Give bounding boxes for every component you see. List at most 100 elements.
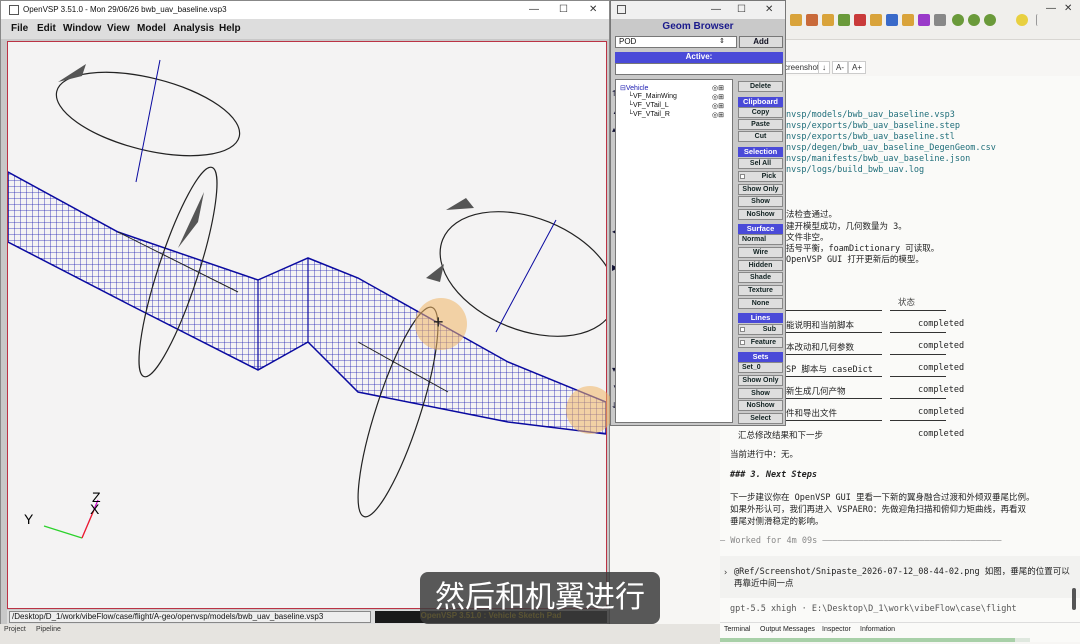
font-smaller-button[interactable]: A- xyxy=(832,61,848,74)
tool-icon[interactable] xyxy=(934,14,946,26)
menu-edit[interactable]: Edit xyxy=(37,23,56,34)
tab-terminal[interactable]: Terminal xyxy=(724,626,750,633)
task-name: 能说明和当前脚本 xyxy=(786,321,855,331)
tool-icon[interactable] xyxy=(806,14,818,26)
minimize-icon[interactable]: — xyxy=(1046,3,1056,14)
close-icon[interactable]: ✕ xyxy=(589,4,597,15)
tool-icon[interactable] xyxy=(838,14,850,26)
video-subtitle: 然后和机翼进行 xyxy=(420,572,660,624)
prompt-arrow-icon: › xyxy=(723,568,729,578)
close-icon[interactable]: ✕ xyxy=(765,4,773,15)
cut-button[interactable]: Cut xyxy=(738,131,783,142)
pick-checkbox[interactable] xyxy=(740,174,745,179)
show-only-button[interactable]: Show Only xyxy=(738,184,783,195)
show-button[interactable]: Show xyxy=(738,196,783,207)
separator xyxy=(1036,14,1040,26)
maximize-icon[interactable]: ☐ xyxy=(559,4,568,15)
openvsp-titlebar[interactable]: OpenVSP 3.51.0 - Mon 29/06/26 bwb_uav_ba… xyxy=(1,1,609,19)
add-button[interactable]: Add xyxy=(739,36,783,48)
divider xyxy=(786,354,882,355)
maximize-icon[interactable]: ☐ xyxy=(737,4,746,15)
set-select-button[interactable]: Select xyxy=(738,413,783,424)
tab-project[interactable]: Project xyxy=(4,626,26,633)
task-status: completed xyxy=(918,385,965,395)
tool-icon[interactable] xyxy=(886,14,898,26)
check-line: OpenVSP GUI 打开更新后的模型。 xyxy=(786,255,924,265)
visibility-icon[interactable]: ◎⊞ xyxy=(712,84,730,92)
tool-icon[interactable] xyxy=(790,14,802,26)
menu-help[interactable]: Help xyxy=(219,23,241,34)
divider xyxy=(890,354,946,355)
output-path: nvsp/exports/bwb_uav_baseline.step xyxy=(786,121,960,131)
set-show-only-button[interactable]: Show Only xyxy=(738,375,783,386)
tool-icon[interactable] xyxy=(918,14,930,26)
visibility-icon[interactable]: ◎⊞ xyxy=(712,111,730,119)
set-show-button[interactable]: Show xyxy=(738,388,783,399)
menu-window[interactable]: Window xyxy=(63,23,101,34)
tool-icon[interactable] xyxy=(854,14,866,26)
set-noshow-button[interactable]: NoShow xyxy=(738,400,783,411)
font-larger-button[interactable]: A+ xyxy=(848,61,867,74)
hidden-button[interactable]: Hidden xyxy=(738,260,783,271)
menu-analysis[interactable]: Analysis xyxy=(173,23,214,34)
tool-icon[interactable] xyxy=(870,14,882,26)
minimize-icon[interactable]: — xyxy=(529,4,539,15)
user-message-text: @Ref/Screenshot/Snipaste_2026-07-12_08-4… xyxy=(734,567,1070,589)
task-status: completed xyxy=(918,341,965,351)
none-button[interactable]: None xyxy=(738,298,783,309)
tree-item-mainwing[interactable]: └VF_MainWing xyxy=(628,93,677,102)
visibility-icon[interactable]: ◎⊞ xyxy=(712,102,730,110)
copy-button[interactable]: Copy xyxy=(738,107,783,118)
next-steps-line: 垂尾对侧滑稳定的影响。 xyxy=(730,517,824,527)
feature-checkbox[interactable] xyxy=(740,340,745,345)
surface-mode-select[interactable]: Normal xyxy=(738,234,783,245)
screenshot-button[interactable]: creenshot xyxy=(780,61,824,74)
tool-icon[interactable] xyxy=(952,14,964,26)
divider xyxy=(786,398,882,399)
download-button[interactable]: ↓ xyxy=(818,61,830,74)
tab-output-messages[interactable]: Output Messages xyxy=(760,626,815,633)
task-name: 本改动和几何参数 xyxy=(786,343,855,353)
task-name: SP 脚本与 caseDict xyxy=(786,365,873,375)
tree-item-label: VF_VTail_R xyxy=(632,111,670,118)
minimize-icon[interactable]: — xyxy=(711,4,721,15)
tool-icon[interactable] xyxy=(822,14,834,26)
paste-button[interactable]: Paste xyxy=(738,119,783,130)
select-all-button[interactable]: Sel All xyxy=(738,158,783,169)
noshow-button[interactable]: NoShow xyxy=(738,209,783,220)
sets-header: Sets xyxy=(738,352,783,362)
texture-button[interactable]: Texture xyxy=(738,285,783,296)
model-footer: gpt-5.5 xhigh · E:\Desktop\D_1\work\vibe… xyxy=(730,604,1017,614)
tool-icon[interactable] xyxy=(902,14,914,26)
crosshair-icon: + xyxy=(433,312,444,332)
dropdown-icon[interactable]: ⇕ xyxy=(719,37,725,45)
active-field[interactable] xyxy=(615,63,783,75)
lightbulb-icon[interactable] xyxy=(1016,14,1028,26)
tree-item-vtail-r[interactable]: └VF_VTail_R xyxy=(628,111,670,120)
app-icon xyxy=(9,5,19,15)
user-message[interactable]: › @Ref/Screenshot/Snipaste_2026-07-12_08… xyxy=(720,556,1080,598)
menu-view[interactable]: View xyxy=(107,23,130,34)
tab-pipeline[interactable]: Pipeline xyxy=(36,626,61,633)
tab-information[interactable]: Information xyxy=(860,626,895,633)
geom-browser-titlebar[interactable]: — ☐ ✕ xyxy=(611,1,785,19)
sub-checkbox[interactable] xyxy=(740,327,745,332)
tree-item-vtail-l[interactable]: └VF_VTail_L xyxy=(628,102,669,111)
shade-button[interactable]: Shade xyxy=(738,272,783,283)
scrollbar[interactable] xyxy=(1072,588,1076,610)
delete-button[interactable]: Delete xyxy=(738,81,783,92)
tree-item-vehicle[interactable]: ⊟Vehicle xyxy=(620,84,648,93)
visibility-icon[interactable]: ◎⊞ xyxy=(712,93,730,101)
tab-inspector[interactable]: Inspector xyxy=(822,626,851,633)
file-path: /Desktop/D_1/work/vibeFlow/case/flight/A… xyxy=(9,611,371,623)
menu-model[interactable]: Model xyxy=(137,23,166,34)
set-select[interactable]: Set_0 xyxy=(738,362,783,373)
menu-file[interactable]: File xyxy=(11,23,28,34)
vehicle-viewport[interactable]: Y Z X xyxy=(7,41,607,609)
wire-button[interactable]: Wire xyxy=(738,247,783,258)
close-icon[interactable]: ✕ xyxy=(1064,3,1072,14)
menu-bar: File Edit Window View Model Analysis Hel… xyxy=(1,19,609,39)
divider xyxy=(786,310,882,311)
tool-icon[interactable] xyxy=(968,14,980,26)
tool-icon[interactable] xyxy=(984,14,996,26)
